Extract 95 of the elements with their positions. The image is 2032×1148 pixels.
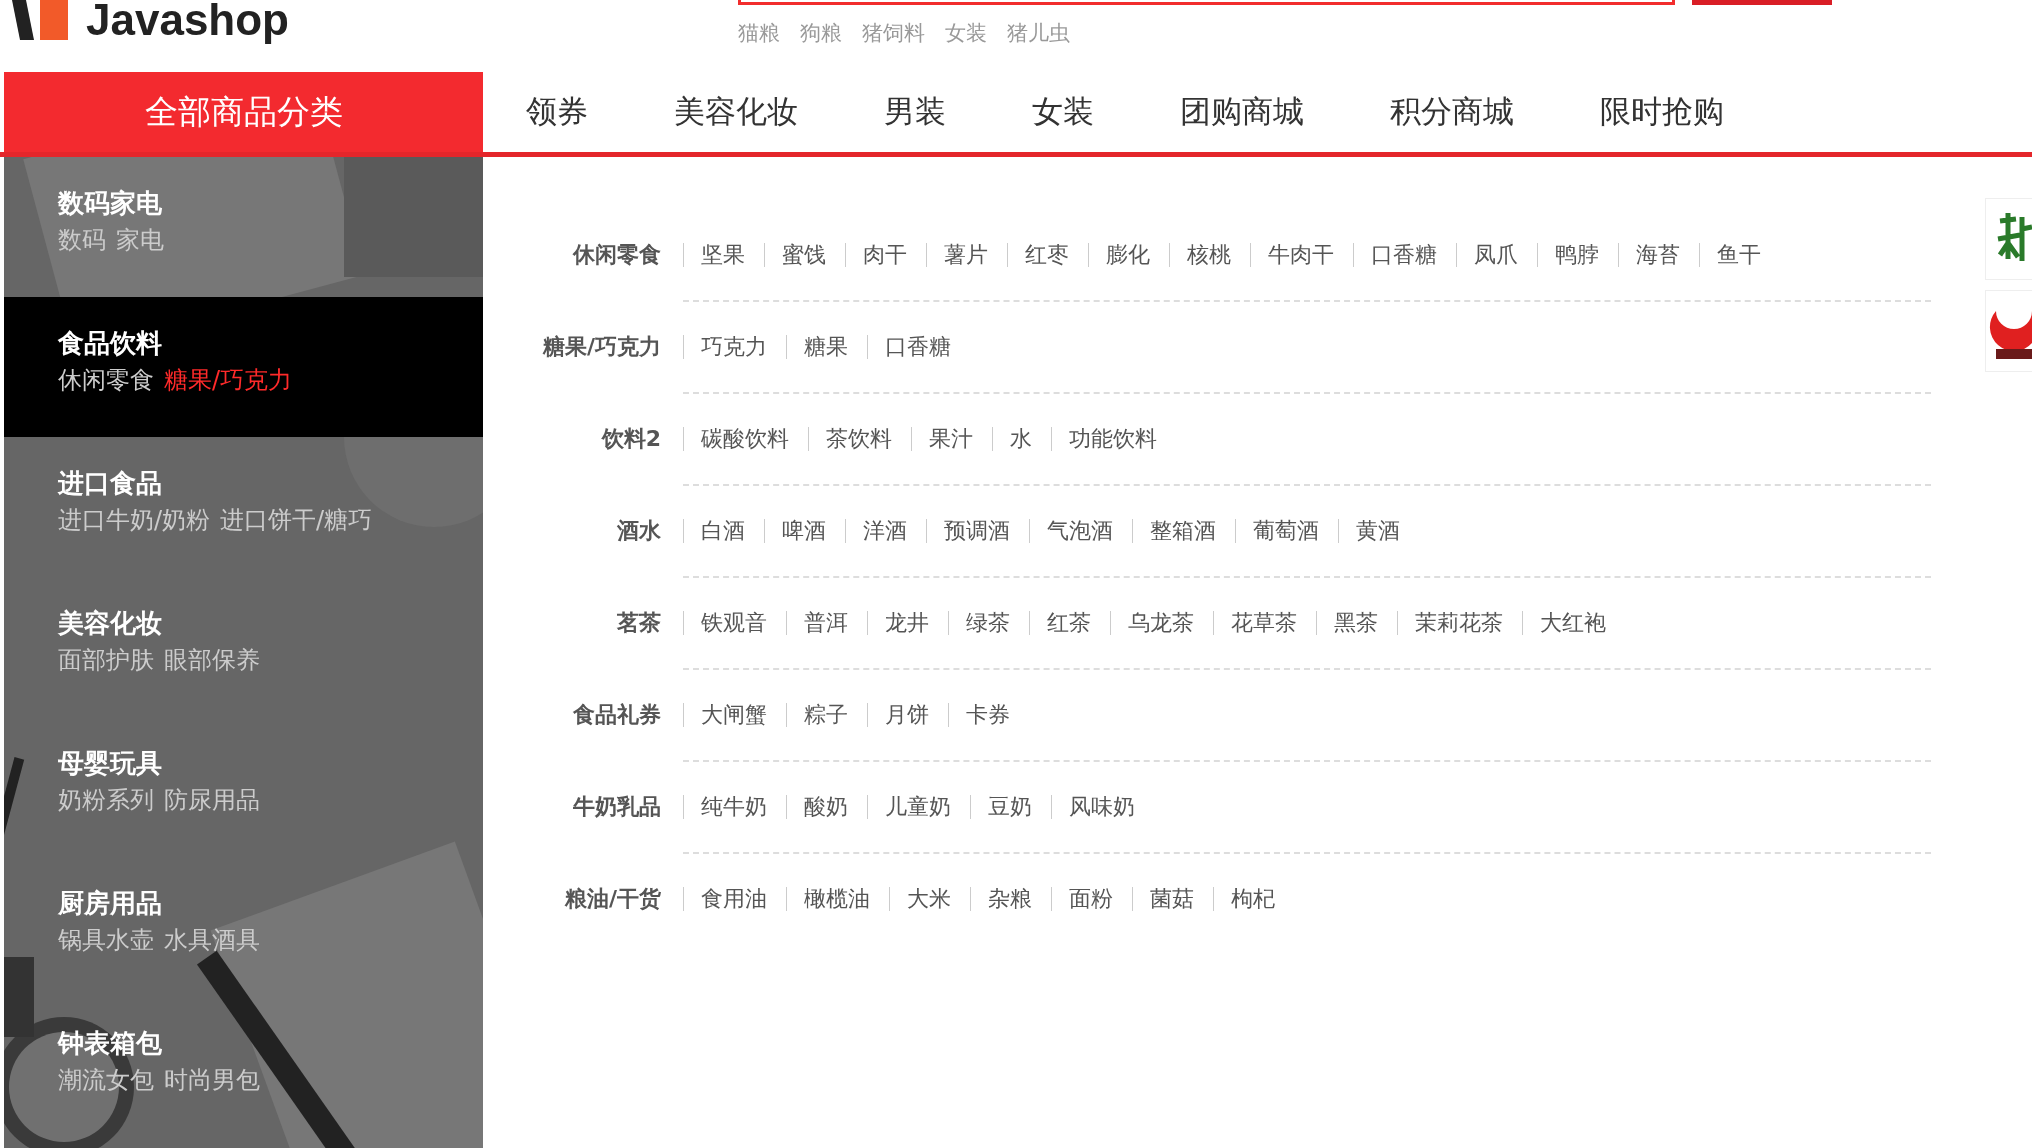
submenu-link[interactable]: 铁观音: [683, 611, 786, 635]
group-label[interactable]: 酒水: [483, 486, 661, 578]
subcategory-link[interactable]: 面部护肤: [58, 641, 154, 679]
submenu-link[interactable]: 大红袍: [1522, 611, 1625, 635]
submenu-link[interactable]: 酸奶: [786, 795, 867, 819]
submenu-link[interactable]: 大米: [889, 887, 970, 911]
submenu-link[interactable]: 预调酒: [926, 519, 1029, 543]
submenu-link[interactable]: 黄酒: [1338, 519, 1419, 543]
subcategory-link[interactable]: 糖果/巧克力: [164, 361, 293, 399]
submenu-link[interactable]: 月饼: [867, 703, 948, 727]
submenu-link[interactable]: 膨化: [1088, 243, 1169, 267]
group-label[interactable]: 茗茶: [483, 578, 661, 670]
submenu-link[interactable]: 儿童奶: [867, 795, 970, 819]
subcategory-link[interactable]: 水具酒具: [164, 921, 260, 959]
submenu-link[interactable]: 糖果: [786, 335, 867, 359]
nav-link[interactable]: 女装: [989, 91, 1137, 133]
group-label[interactable]: 牛奶乳品: [483, 762, 661, 854]
submenu-link[interactable]: 鱼干: [1699, 243, 1780, 267]
subcategory-link[interactable]: 防尿用品: [164, 781, 260, 819]
submenu-link[interactable]: 红枣: [1007, 243, 1088, 267]
submenu-link[interactable]: 乌龙茶: [1110, 611, 1213, 635]
submenu-link[interactable]: 口香糖: [867, 335, 970, 359]
submenu-link[interactable]: 水: [992, 427, 1051, 451]
submenu-link[interactable]: 巧克力: [683, 335, 786, 359]
submenu-link[interactable]: 纯牛奶: [683, 795, 786, 819]
category-title: 母婴玩具: [58, 747, 163, 780]
category-title: 美容化妆: [58, 607, 163, 640]
all-categories-button[interactable]: 全部商品分类: [4, 72, 483, 152]
submenu-link[interactable]: 龙井: [867, 611, 948, 635]
submenu-link[interactable]: 食用油: [683, 887, 786, 911]
submenu-link[interactable]: 白酒: [683, 519, 764, 543]
submenu-link[interactable]: 菌菇: [1132, 887, 1213, 911]
submenu-link[interactable]: 粽子: [786, 703, 867, 727]
submenu-link[interactable]: 果汁: [911, 427, 992, 451]
submenu-link[interactable]: 花草茶: [1213, 611, 1316, 635]
nav-link[interactable]: 团购商城: [1137, 91, 1347, 133]
nav-link[interactable]: 限时抢购: [1557, 91, 1767, 133]
category-item[interactable]: 母婴玩具 奶粉系列 防尿用品: [4, 717, 483, 857]
subcategory-link[interactable]: 进口牛奶/奶粉: [58, 501, 211, 539]
submenu-link[interactable]: 整箱酒: [1132, 519, 1235, 543]
group-label[interactable]: 食品礼券: [483, 670, 661, 762]
subcategory-link[interactable]: 奶粉系列: [58, 781, 154, 819]
submenu-link[interactable]: 茉莉花茶: [1397, 611, 1522, 635]
submenu-link[interactable]: 鸭脖: [1537, 243, 1618, 267]
submenu-link[interactable]: 黑茶: [1316, 611, 1397, 635]
submenu-link[interactable]: 核桃: [1169, 243, 1250, 267]
submenu-link[interactable]: 气泡酒: [1029, 519, 1132, 543]
submenu-link[interactable]: 海苔: [1618, 243, 1699, 267]
group-label[interactable]: 休闲零食: [483, 210, 661, 302]
submenu-link[interactable]: 坚果: [683, 243, 764, 267]
submenu-link[interactable]: 红茶: [1029, 611, 1110, 635]
submenu-link[interactable]: 茶饮料: [808, 427, 911, 451]
submenu-link[interactable]: 薯片: [926, 243, 1007, 267]
subcategory-link[interactable]: 进口饼干/糖巧: [220, 501, 373, 539]
category-item-selected[interactable]: 食品饮料 休闲零食 糖果/巧克力: [4, 297, 483, 437]
nav-link[interactable]: 积分商城: [1347, 91, 1557, 133]
submenu-link[interactable]: 杂粮: [970, 887, 1051, 911]
submenu-link[interactable]: 普洱: [786, 611, 867, 635]
nav-link[interactable]: 领券: [483, 91, 631, 133]
category-item[interactable]: 钟表箱包 潮流女包 时尚男包: [4, 997, 483, 1137]
submenu-link[interactable]: 枸杞: [1213, 887, 1294, 911]
subcategory-link[interactable]: 眼部保养: [164, 641, 260, 679]
submenu-link[interactable]: 牛肉干: [1250, 243, 1353, 267]
submenu-link[interactable]: 碳酸饮料: [683, 427, 808, 451]
subcategory-link[interactable]: 锅具水壶: [58, 921, 154, 959]
group-label[interactable]: 饮料2: [483, 394, 661, 486]
submenu-link[interactable]: 卡券: [948, 703, 1029, 727]
nav-link[interactable]: 男装: [841, 91, 989, 133]
submenu-link[interactable]: 肉干: [845, 243, 926, 267]
submenu-link[interactable]: 洋酒: [845, 519, 926, 543]
submenu-link[interactable]: 面粉: [1051, 887, 1132, 911]
subcategory-link[interactable]: 时尚男包: [164, 1061, 260, 1099]
group-label[interactable]: 粮油/干货: [483, 854, 661, 944]
category-title: 钟表箱包: [58, 1027, 163, 1060]
group-label[interactable]: 糖果/巧克力: [483, 302, 661, 394]
submenu-link[interactable]: 蜜饯: [764, 243, 845, 267]
submenu-link[interactable]: 啤酒: [764, 519, 845, 543]
subcategory-link[interactable]: 休闲零食: [58, 361, 154, 399]
category-title: 食品饮料: [58, 327, 163, 360]
submenu-link[interactable]: 大闸蟹: [683, 703, 786, 727]
submenu-link[interactable]: 功能饮料: [1051, 427, 1176, 451]
submenu-link[interactable]: 口香糖: [1353, 243, 1456, 267]
submenu-link[interactable]: 豆奶: [970, 795, 1051, 819]
category-title: 数码家电: [58, 187, 163, 220]
nav-link[interactable]: 美容化妆: [631, 91, 841, 133]
category-title: 厨房用品: [58, 887, 163, 920]
submenu-link[interactable]: 风味奶: [1051, 795, 1154, 819]
submenu-link[interactable]: 橄榄油: [786, 887, 889, 911]
category-item[interactable]: 厨房用品 锅具水壶 水具酒具: [4, 857, 483, 997]
submenu-link[interactable]: 葡萄酒: [1235, 519, 1338, 543]
submenu-link[interactable]: 绿茶: [948, 611, 1029, 635]
category-title: 进口食品: [58, 467, 163, 500]
category-item[interactable]: 美容化妆 面部护肤 眼部保养: [4, 577, 483, 717]
category-item[interactable]: 进口食品 进口牛奶/奶粉 进口饼干/糖巧: [4, 437, 483, 577]
submenu-link[interactable]: 凤爪: [1456, 243, 1537, 267]
